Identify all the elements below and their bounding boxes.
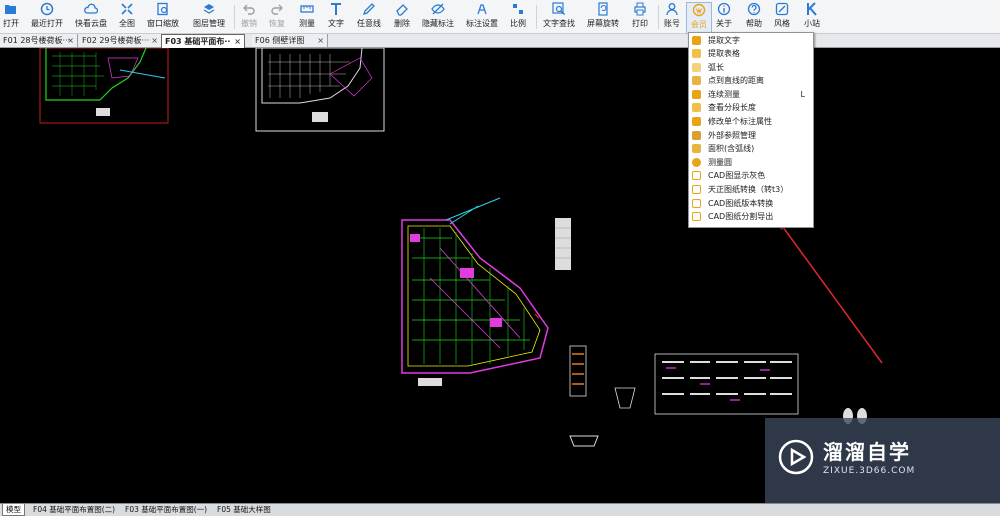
redo-button[interactable]: 恢复 (266, 2, 288, 32)
text-search-button[interactable]: 文字查找 (540, 2, 578, 32)
toolbar-separator (536, 5, 537, 29)
main-toolbar: 打开 最近打开 快看云盘 全图 窗口缩放 图层管理 撤销 恢复 测量 文字 任意… (0, 0, 1000, 34)
window-zoom-icon (157, 2, 168, 16)
menu-item-extract-table[interactable]: 提取表格 (689, 47, 813, 60)
vip-icon (692, 3, 706, 17)
print-button[interactable]: 打印 (628, 2, 652, 32)
extract-table-icon (692, 49, 701, 58)
tab-layout-f03[interactable]: F03 基础平面布置图(一) (122, 504, 210, 515)
hide-annotation-button[interactable]: 隐藏标注 (420, 2, 456, 32)
menu-item-split-export[interactable]: CAD图纸分割导出 (689, 210, 813, 223)
window-zoom-button[interactable]: 窗口缩放 (144, 2, 182, 32)
layers-icon (203, 4, 215, 14)
xref-icon (692, 131, 701, 140)
document-tab-bar: F01 28号楼荷板··· × F02 29号楼荷板··· × F03 基础平面… (0, 34, 1000, 48)
tab-layout-f05[interactable]: F05 基础大样图 (214, 504, 274, 515)
vip-button[interactable]: 会员 (686, 2, 712, 34)
style-button[interactable]: 风格 (770, 2, 794, 32)
split-export-icon (692, 212, 701, 221)
tab-f02[interactable]: F02 29号楼荷板··· × (79, 34, 162, 47)
continuous-measure-icon (692, 90, 701, 99)
help-icon (747, 2, 761, 16)
rotate-screen-icon (598, 2, 608, 16)
annotation-settings-icon (477, 4, 487, 15)
close-icon[interactable]: × (317, 34, 324, 47)
info-icon (717, 2, 731, 16)
play-logo-icon (778, 439, 814, 475)
measure-circle-icon (692, 158, 701, 167)
menu-item-xref[interactable]: 外部参照管理 (689, 129, 813, 142)
tab-layout-f04[interactable]: F04 基础平面布置图(二) (30, 504, 118, 515)
toolbar-separator (234, 5, 235, 29)
tab-f03[interactable]: F03 基础平面布·· × (161, 34, 245, 48)
user-icon (666, 3, 678, 16)
close-icon[interactable]: × (67, 34, 74, 47)
vip-dropdown-menu: 提取文字 提取表格 弧长 点到直线的距离 连续测量 L 查看分段长度 修改单个标… (688, 32, 814, 228)
layout-tab-bar: 模型 F04 基础平面布置图(二) F03 基础平面布置图(一) F05 基础大… (0, 503, 1000, 516)
redo-icon (271, 4, 283, 15)
printer-icon (634, 2, 646, 16)
gray-display-icon (692, 171, 701, 180)
watermark-title: 溜溜自学 (823, 440, 911, 464)
eraser-icon (396, 4, 408, 16)
menu-item-version-convert[interactable]: CAD图纸版本转换 (689, 197, 813, 210)
eye-off-icon (431, 3, 445, 15)
help-button[interactable]: 帮助 (742, 2, 766, 32)
site-button[interactable]: 小站 (800, 2, 824, 32)
menu-item-point-line-distance[interactable]: 点到直线的距离 (689, 74, 813, 87)
tab-f06[interactable]: F06 侧壁详图 × (252, 34, 328, 47)
recent-open-button[interactable]: 最近打开 (28, 2, 66, 32)
annotation-settings-button[interactable]: 标注设置 (464, 2, 500, 32)
version-convert-icon (692, 199, 701, 208)
toolbar-separator (658, 5, 659, 29)
tab-model[interactable]: 模型 (2, 504, 25, 516)
menu-item-extract-text[interactable]: 提取文字 (689, 34, 813, 47)
cloud-icon (84, 3, 98, 14)
measure-button[interactable]: 测量 (294, 2, 320, 32)
text-search-icon (552, 2, 565, 15)
point-line-distance-icon (692, 76, 701, 85)
watermark-logo: 溜溜自学 ZIXUE.3D66.COM (765, 418, 1000, 503)
close-icon[interactable]: × (234, 35, 241, 48)
menu-item-measure-circle[interactable]: 测量圆 (689, 156, 813, 169)
undo-icon (243, 4, 255, 15)
freehand-line-button[interactable]: 任意线 (354, 2, 384, 32)
menu-item-gray-display[interactable]: CAD图显示灰色 (689, 169, 813, 182)
menu-item-continuous-measure[interactable]: 连续测量 L (689, 88, 813, 101)
arc-length-icon (692, 63, 701, 72)
rotate-screen-button[interactable]: 屏幕旋转 (584, 2, 622, 32)
text-button[interactable]: 文字 (324, 2, 348, 32)
account-button[interactable]: 账号 (660, 2, 684, 32)
fit-all-button[interactable]: 全图 (116, 2, 138, 32)
menu-item-area[interactable]: 面积(含弧线) (689, 142, 813, 155)
folder-open-icon (5, 5, 16, 14)
open-button[interactable]: 打开 (0, 2, 22, 32)
ruler-icon (300, 5, 314, 13)
area-icon (692, 144, 701, 153)
convert-t3-icon (692, 185, 701, 194)
delete-button[interactable]: 删除 (390, 2, 414, 32)
edit-annotation-icon (692, 117, 701, 126)
watermark-url: ZIXUE.3D66.COM (823, 466, 916, 476)
segment-length-icon (692, 103, 701, 112)
undo-button[interactable]: 撤销 (238, 2, 260, 32)
pencil-icon (362, 3, 375, 16)
clock-icon (40, 2, 54, 16)
scale-button[interactable]: 比例 (506, 2, 530, 32)
about-button[interactable]: 关于 (712, 2, 736, 32)
fit-all-icon (121, 3, 133, 15)
close-icon[interactable]: × (151, 34, 158, 47)
tab-f01[interactable]: F01 28号楼荷板··· × (0, 34, 78, 47)
text-icon (331, 3, 341, 15)
layer-manage-button[interactable]: 图层管理 (190, 2, 228, 32)
menu-item-segment-length[interactable]: 查看分段长度 (689, 101, 813, 114)
scale-icon (513, 4, 523, 14)
menu-item-edit-annotation[interactable]: 修改单个标注属性 (689, 115, 813, 128)
menu-item-arc-length[interactable]: 弧长 (689, 61, 813, 74)
cloud-disk-button[interactable]: 快看云盘 (72, 2, 110, 32)
extract-text-icon (692, 36, 701, 45)
k-logo-icon (807, 2, 817, 16)
menu-item-convert-t3[interactable]: 天正图纸转换（转t3） (689, 183, 813, 196)
style-icon (775, 2, 789, 16)
